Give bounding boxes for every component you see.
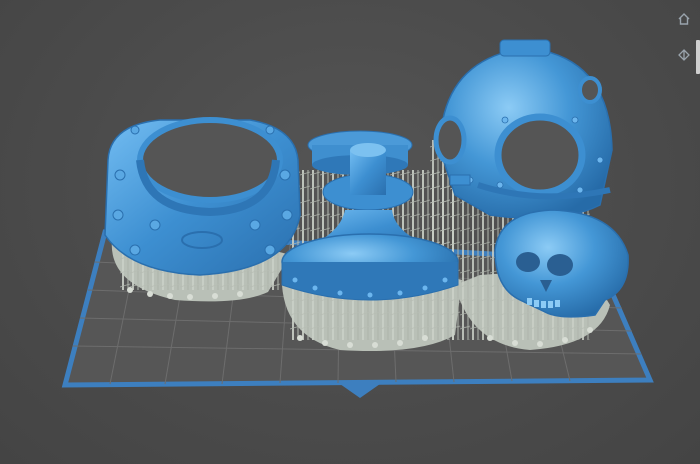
scene-canvas[interactable]	[0, 0, 700, 464]
plate-front-marker	[340, 384, 380, 398]
home-view-button[interactable]	[674, 10, 694, 30]
3d-viewport[interactable]	[0, 0, 700, 464]
front-view-button[interactable]	[674, 46, 694, 66]
front-view-icon	[677, 47, 691, 66]
view-scrollbar[interactable]	[696, 40, 700, 74]
view-tools	[670, 0, 700, 80]
home-icon	[677, 11, 691, 30]
diving-helmet[interactable]	[433, 39, 613, 220]
diving-helmet-collar[interactable]	[104, 117, 301, 276]
